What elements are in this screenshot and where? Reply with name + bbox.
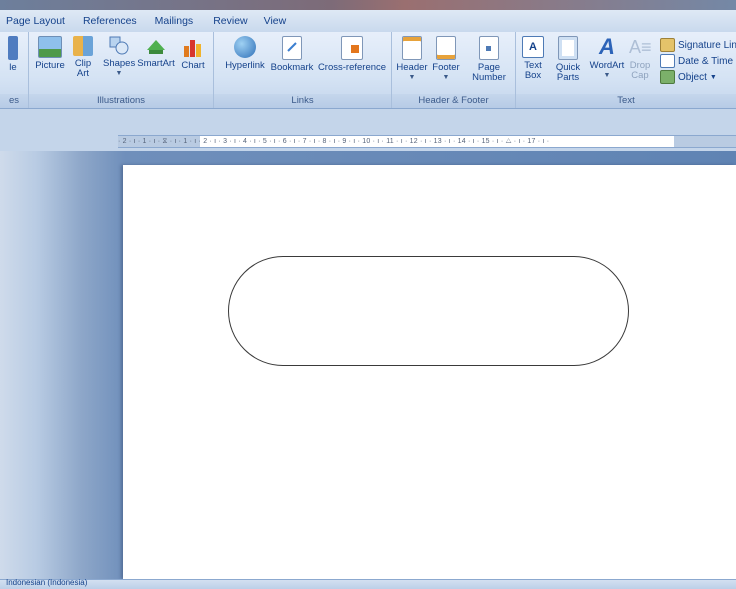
header-label: Header (396, 62, 428, 73)
picture-icon (38, 36, 62, 58)
header-footer-group-label: Header & Footer (392, 94, 515, 108)
wordart-button[interactable]: A WordArt ▼ (588, 36, 626, 81)
clip-art-label: Clip Art (74, 58, 92, 79)
footer-label: Footer (432, 62, 460, 73)
partial-group-label: es (0, 94, 28, 108)
ribbon-bottom-band (0, 109, 736, 131)
language-status[interactable]: Indonesian (Indonesia) (6, 578, 87, 587)
drop-cap-icon: A≡ (629, 37, 652, 57)
signature-line-button[interactable]: Signature Lin (660, 38, 736, 52)
wordart-icon: A (599, 34, 615, 59)
drop-cap-button[interactable]: A≡ Drop Cap (628, 36, 652, 81)
clip-art-button[interactable]: Clip Art (72, 36, 94, 79)
links-group-label: Links (214, 94, 391, 108)
page-number-button[interactable]: Page Number (466, 36, 512, 83)
tab-page-layout[interactable]: Page Layout (0, 15, 73, 27)
clip-art-icon (73, 36, 93, 56)
bookmark-icon (282, 36, 302, 60)
cross-reference-icon (341, 36, 363, 60)
footer-button[interactable]: Footer ▼ (430, 36, 462, 83)
object-icon (660, 70, 675, 84)
text-box-icon: A (522, 36, 544, 58)
text-box-label: Text Box (524, 60, 542, 81)
text-group-label: Text (516, 94, 736, 108)
chart-button[interactable]: Chart (179, 36, 207, 71)
smartart-label: SmartArt (137, 58, 175, 69)
group-illustrations: Picture Clip Art Shapes ▼ SmartArt Chart… (29, 32, 214, 108)
text-box-button[interactable]: A Text Box (520, 36, 546, 81)
shapes-label: Shapes (103, 58, 136, 69)
tab-mailings[interactable]: Mailings (145, 15, 202, 27)
object-button[interactable]: Object ▼ (660, 70, 717, 84)
footer-dropdown-icon: ▼ (442, 74, 450, 81)
date-time-button[interactable]: Date & Time (660, 54, 733, 68)
object-dropdown-icon: ▼ (709, 73, 717, 81)
shapes-button[interactable]: Shapes ▼ (103, 36, 135, 79)
partial-button-label: le (9, 62, 17, 73)
quick-parts-button[interactable]: Quick Parts (552, 36, 584, 83)
ribbon-tabs: Page Layout References Mailings Review V… (0, 10, 736, 32)
picture-button[interactable]: Picture (35, 36, 65, 71)
cross-reference-button[interactable]: Cross-reference (316, 36, 388, 73)
ruler-track: · 2 · ı · 1 · ı · ⧖ · ı · 1 · ı · 2 · ı … (118, 135, 736, 148)
signature-line-icon (660, 38, 675, 52)
hyperlink-button[interactable]: Hyperlink (222, 36, 268, 71)
rounded-rectangle-shape[interactable] (228, 256, 629, 366)
quick-parts-label: Quick Parts (555, 62, 581, 83)
ruler-ticks: · 2 · ı · 1 · ı · ⧖ · ı · 1 · ı · 2 · ı … (118, 138, 550, 145)
page-number-icon (479, 36, 499, 60)
partial-button[interactable]: le (2, 36, 24, 73)
tab-view[interactable]: View (256, 15, 295, 27)
horizontal-ruler[interactable]: · 2 · ı · 1 · ı · ⧖ · ı · 1 · ı · 2 · ı … (0, 131, 736, 151)
wordart-dropdown-icon: ▼ (603, 72, 611, 79)
hyperlink-label: Hyperlink (225, 60, 265, 71)
group-text: A Text Box Quick Parts A WordArt ▼ A≡ Dr… (516, 32, 736, 108)
header-button[interactable]: Header ▼ (396, 36, 428, 83)
date-time-label: Date & Time (678, 55, 734, 67)
ribbon: le es Picture Clip Art Shapes ▼ SmartArt (0, 32, 736, 109)
shapes-dropdown-icon: ▼ (115, 70, 123, 77)
group-partial-left: le es (0, 32, 29, 108)
tab-review[interactable]: Review (201, 15, 255, 27)
page-number-label: Page Number (472, 62, 506, 83)
group-header-footer: Header ▼ Footer ▼ Page Number Header & F… (392, 32, 516, 108)
smartart-icon (145, 36, 167, 56)
cross-reference-label: Cross-reference (317, 62, 387, 73)
title-bar (0, 0, 736, 10)
shapes-icon (109, 36, 129, 56)
signature-line-label: Signature Lin (678, 39, 736, 51)
table-icon (8, 36, 18, 60)
chart-label: Chart (181, 60, 205, 71)
illustrations-group-label: Illustrations (29, 94, 213, 108)
header-icon (402, 36, 422, 60)
tab-references[interactable]: References (73, 15, 145, 27)
wordart-label: WordArt (589, 60, 625, 71)
smartart-button[interactable]: SmartArt (137, 36, 175, 69)
calendar-icon (660, 54, 675, 68)
footer-icon (436, 36, 456, 60)
quick-parts-icon (558, 36, 578, 60)
bookmark-button[interactable]: Bookmark (270, 36, 314, 73)
chart-icon (182, 36, 204, 58)
object-label: Object (678, 71, 707, 83)
drop-cap-label: Drop Cap (629, 60, 651, 81)
picture-label: Picture (35, 60, 65, 71)
bookmark-label: Bookmark (270, 62, 314, 73)
globe-icon (234, 36, 256, 58)
header-dropdown-icon: ▼ (408, 74, 416, 81)
document-page[interactable] (123, 165, 736, 579)
group-links: Hyperlink Bookmark Cross-reference Links (214, 32, 392, 108)
